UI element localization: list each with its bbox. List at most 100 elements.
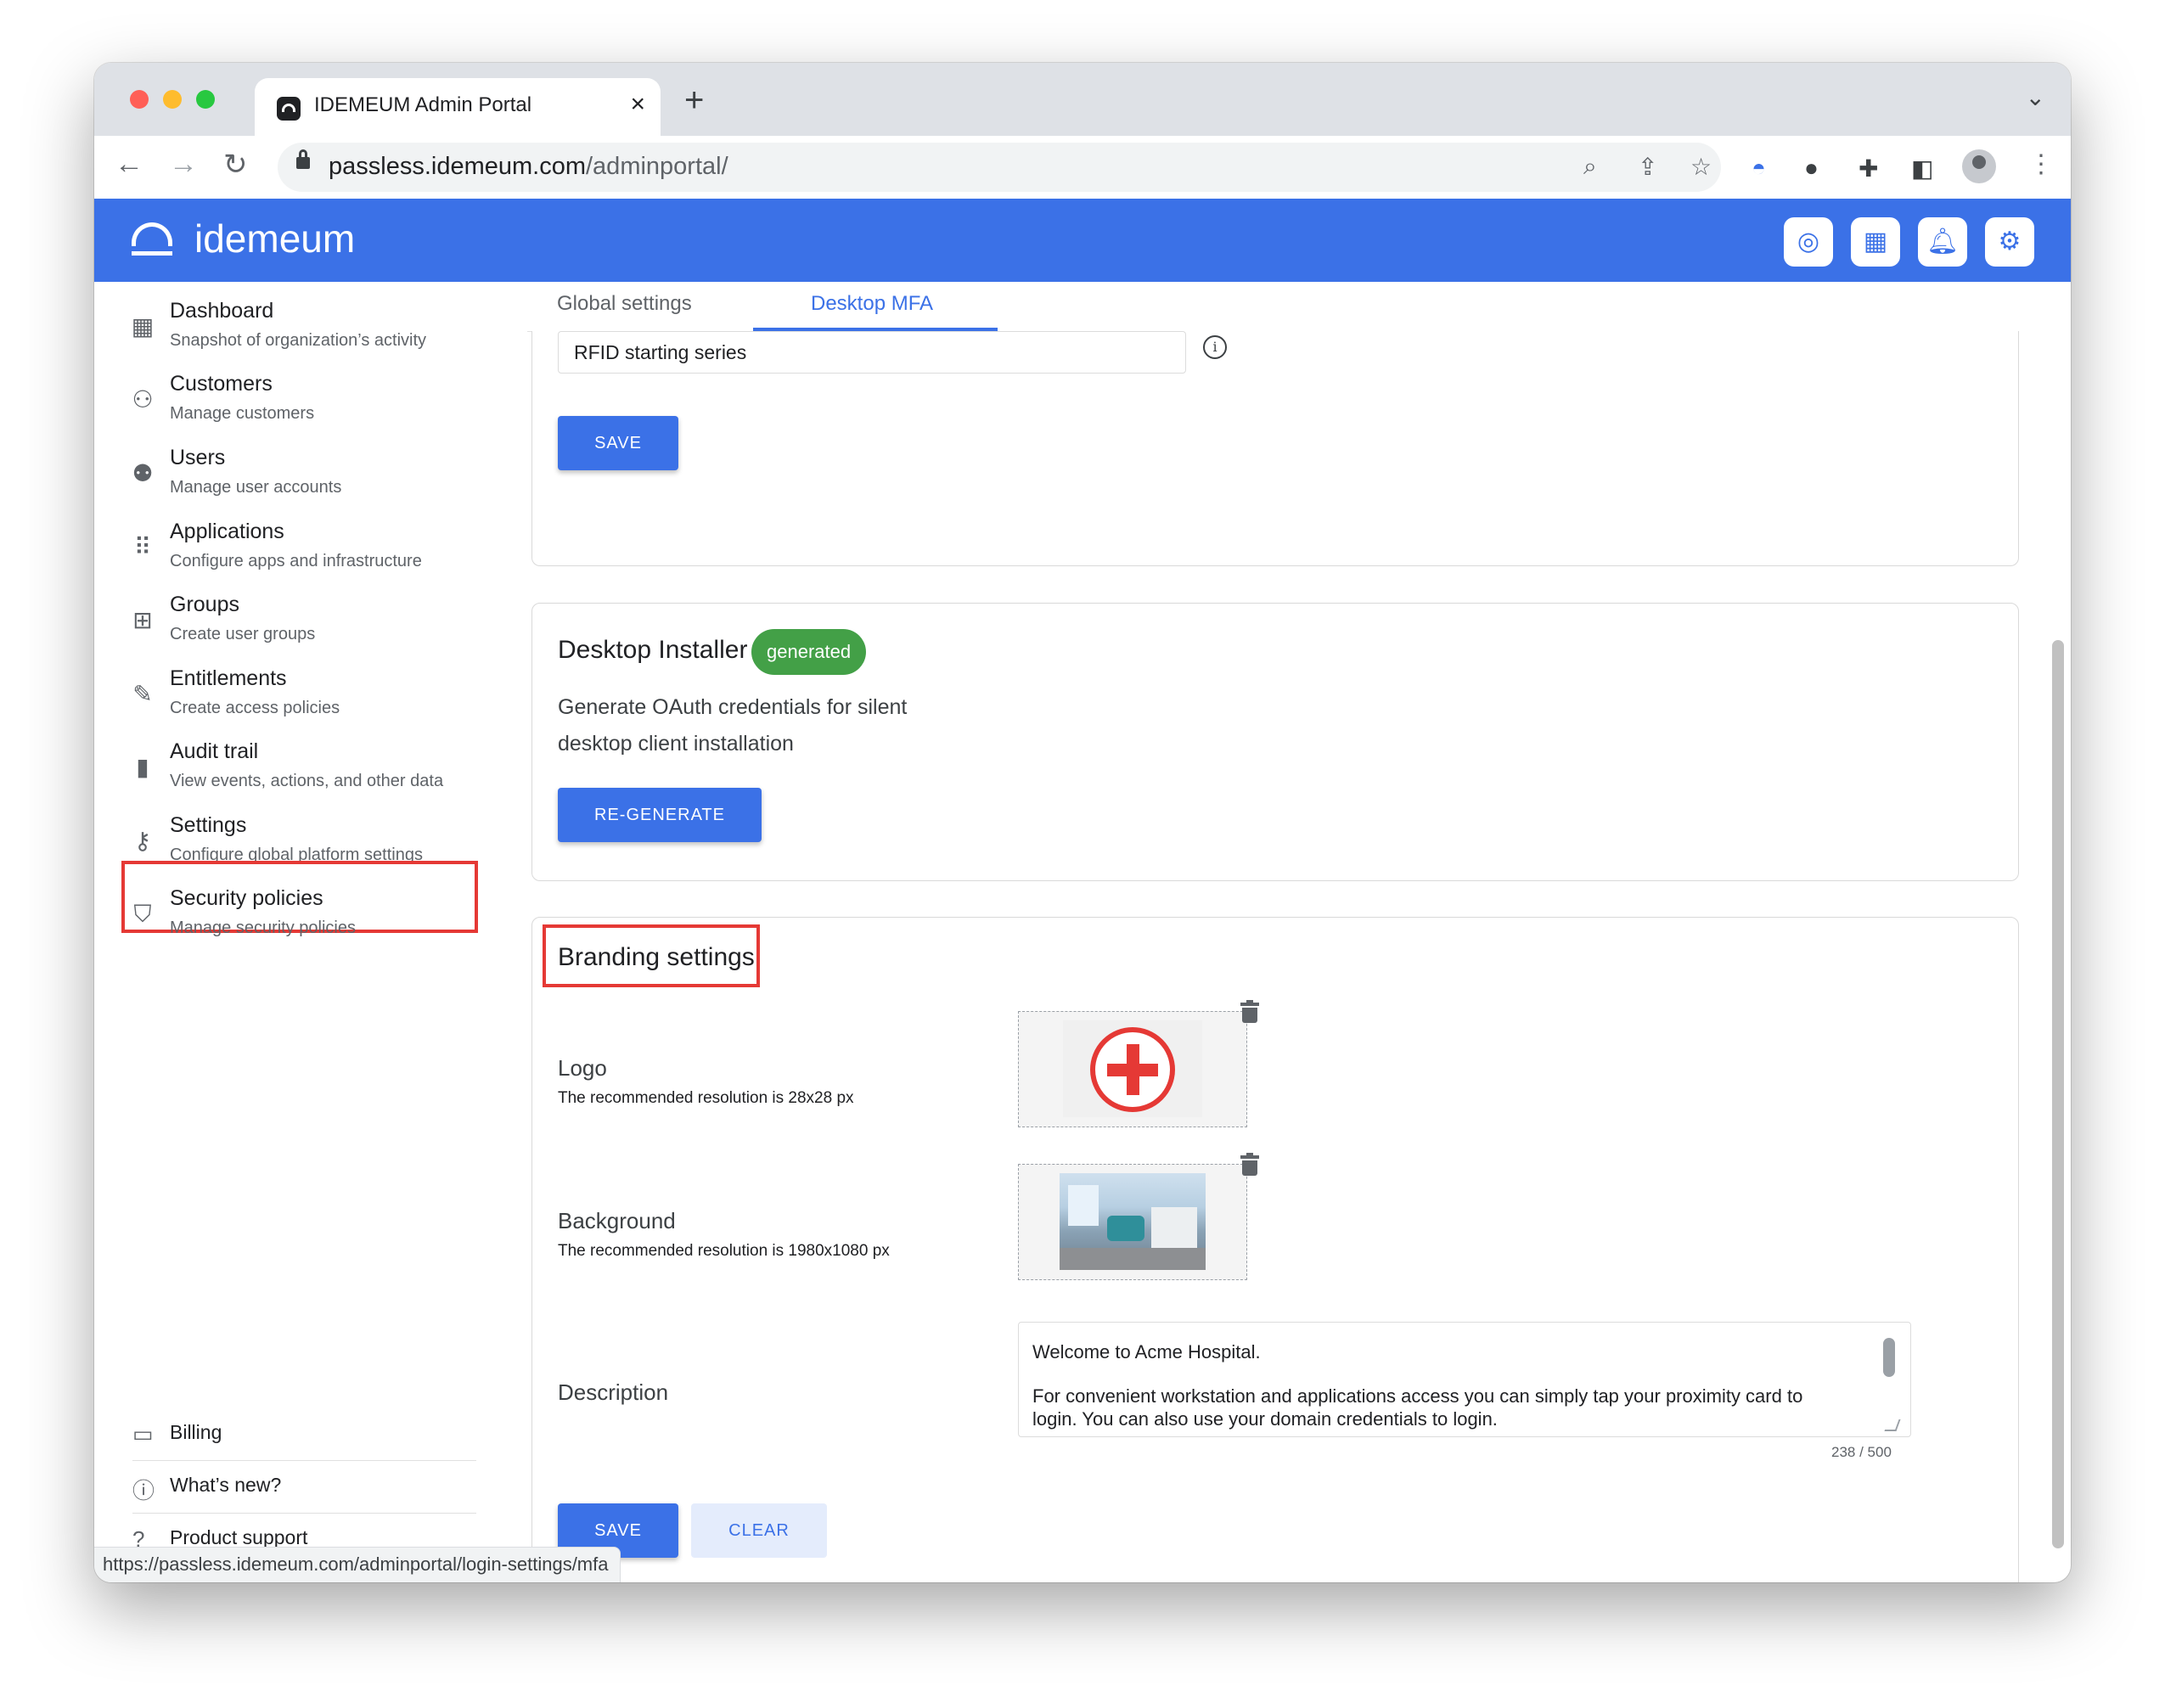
- address-bar[interactable]: passless.idemeum.com/adminportal/ ⌕ ⇪ ☆: [278, 143, 1721, 192]
- idemeum-logo-icon: [132, 222, 172, 256]
- delete-background-trash-icon[interactable]: [1240, 1153, 1259, 1176]
- maximize-window-button[interactable]: [196, 90, 215, 109]
- sidebar-item-subtitle: View events, actions, and other data: [170, 772, 444, 790]
- sidebar-item-title: Settings: [170, 813, 247, 837]
- sidebar-item-dashboard[interactable]: ▦ Dashboard Snapshot of organization’s a…: [128, 295, 510, 363]
- zoom-icon[interactable]: ⌕: [1583, 153, 1597, 181]
- branding-title: Branding settings: [558, 943, 755, 971]
- background-label: Background: [558, 1208, 676, 1233]
- fingerprint-icon[interactable]: ◎: [1784, 217, 1833, 267]
- share-icon[interactable]: ⇪: [1638, 153, 1657, 181]
- entitlements-icon: ✎: [132, 681, 153, 707]
- settings-key-user-icon: ⚷: [133, 828, 152, 854]
- sidebar-whats-new[interactable]: ⓘ What’s new?: [132, 1462, 476, 1514]
- generated-badge: generated: [751, 629, 867, 675]
- sidebar-item-audit-trail[interactable]: ▮ Audit trail View events, actions, and …: [128, 736, 510, 804]
- branding-settings-card: Branding settings Logo The recommended r…: [531, 917, 2019, 1582]
- sidebar-bottom-label: Billing: [170, 1421, 222, 1443]
- forward-arrow-icon[interactable]: →: [169, 148, 198, 181]
- close-window-button[interactable]: [130, 90, 149, 109]
- delete-logo-trash-icon[interactable]: [1240, 1000, 1259, 1023]
- sidebar-item-entitlements[interactable]: ✎ Entitlements Create access policies: [128, 663, 510, 731]
- branding-clear-button[interactable]: CLEAR: [691, 1503, 827, 1558]
- puzzle-extensions-icon[interactable]: ✚: [1859, 155, 1878, 183]
- sidebar-item-subtitle: Manage user accounts: [170, 478, 342, 497]
- dashboard-icon: ▦: [131, 313, 155, 340]
- sidebar-billing[interactable]: ▭ Billing: [132, 1409, 476, 1461]
- back-arrow-icon[interactable]: ←: [115, 148, 143, 181]
- browser-menu-icon[interactable]: ⋮: [2028, 149, 2054, 179]
- installer-description-line2: desktop client installation: [558, 732, 794, 756]
- rfid-save-button[interactable]: SAVE: [558, 416, 678, 470]
- browser-window: IDEMEUM Admin Portal × + ⌄ ← → ↻ passles…: [94, 63, 2071, 1582]
- logo-label: Logo: [558, 1055, 607, 1081]
- shield-icon: ⛉: [133, 901, 152, 927]
- sidebar-item-users[interactable]: ⚉ Users Manage user accounts: [128, 442, 510, 510]
- browser-tab[interactable]: IDEMEUM Admin Portal ×: [255, 78, 661, 136]
- profile-avatar[interactable]: [1962, 149, 1996, 183]
- minimize-window-button[interactable]: [163, 90, 182, 109]
- side-panel-icon[interactable]: ◧: [1911, 155, 1933, 183]
- sidebar-item-security-policies[interactable]: ⛉ Security policies Manage security poli…: [128, 883, 510, 951]
- tab-desktop-mfa[interactable]: Desktop MFA: [811, 292, 933, 316]
- description-textarea[interactable]: Welcome to Acme Hospital. For convenient…: [1018, 1322, 1911, 1437]
- users-icon: ⚉: [132, 460, 154, 486]
- main-content: Global settings Desktop MFA RFID startin…: [527, 282, 2038, 1582]
- bookmark-star-icon[interactable]: ☆: [1690, 153, 1712, 181]
- textarea-scrollbar-thumb[interactable]: [1883, 1338, 1895, 1377]
- sidebar-item-subtitle: Manage customers: [170, 404, 315, 423]
- tab-close-icon[interactable]: ×: [630, 90, 645, 119]
- sidebar-item-subtitle: Create access policies: [170, 699, 340, 717]
- rfid-starting-series-field[interactable]: RFID starting series: [558, 331, 1186, 374]
- sidebar-item-title: Dashboard: [170, 299, 274, 323]
- background-hint: The recommended resolution is 1980x1080 …: [558, 1242, 890, 1260]
- sidebar-item-title: Users: [170, 446, 226, 469]
- page-scrollbar[interactable]: [2052, 640, 2064, 1548]
- rfid-card: RFID starting series i SAVE: [531, 331, 2019, 566]
- spy-extension-icon[interactable]: ●: [1804, 155, 1819, 182]
- sidebar-item-title: Entitlements: [170, 666, 287, 690]
- sidebar-bottom-label: What’s new?: [170, 1474, 282, 1496]
- resize-handle-icon[interactable]: [1884, 1419, 1901, 1431]
- tab-search-chevron-icon[interactable]: ⌄: [2026, 83, 2045, 111]
- red-cross-logo-icon: [1090, 1027, 1175, 1112]
- applications-icon: ⠿: [133, 534, 152, 560]
- reload-icon[interactable]: ↻: [223, 148, 248, 182]
- customers-icon: ⚇: [132, 386, 154, 413]
- sidebar-item-applications[interactable]: ⠿ Applications Configure apps and infras…: [128, 516, 510, 584]
- sidebar: ▦ Dashboard Snapshot of organization’s a…: [94, 282, 493, 1582]
- installer-description-line1: Generate OAuth credentials for silent: [558, 695, 908, 719]
- app-header: idemeum ◎ ▦ 🔔︎ ⚙: [94, 199, 2071, 282]
- info-icon[interactable]: i: [1203, 335, 1227, 359]
- sidebar-item-subtitle: Manage security policies: [170, 919, 356, 937]
- hospital-room-background-preview: [1060, 1173, 1206, 1270]
- regenerate-button[interactable]: RE-GENERATE: [558, 788, 762, 842]
- logo-hint: The recommended resolution is 28x28 px: [558, 1089, 854, 1107]
- sidebar-item-customers[interactable]: ⚇ Customers Manage customers: [128, 368, 510, 436]
- description-text-line: login. You can also use your domain cred…: [1032, 1408, 1498, 1430]
- description-text-line: Welcome to Acme Hospital.: [1032, 1341, 1261, 1362]
- brand-name: idemeum: [194, 216, 356, 261]
- bell-icon[interactable]: 🔔︎: [1918, 217, 1967, 267]
- sidebar-item-groups[interactable]: ⊞ Groups Create user groups: [128, 589, 510, 657]
- background-upload-box[interactable]: [1018, 1164, 1247, 1280]
- description-text-line: For convenient workstation and applicati…: [1032, 1385, 1803, 1407]
- tab-strip: IDEMEUM Admin Portal × + ⌄: [94, 63, 2071, 136]
- gear-icon[interactable]: ⚙: [1985, 217, 2034, 267]
- new-tab-button[interactable]: +: [684, 81, 704, 120]
- apps-grid-icon[interactable]: ▦: [1851, 217, 1900, 267]
- logo-upload-box[interactable]: [1018, 1011, 1247, 1127]
- sidebar-item-title: Audit trail: [170, 739, 259, 763]
- idemeum-extension-icon[interactable]: ◓: [1752, 155, 1766, 182]
- url-text: passless.idemeum.com/adminportal/: [329, 153, 728, 180]
- sidebar-item-subtitle: Create user groups: [170, 625, 316, 643]
- groups-icon: ⊞: [132, 607, 153, 633]
- credit-card-icon: ▭: [132, 1421, 154, 1447]
- lock-icon: [296, 149, 310, 169]
- sidebar-item-subtitle: Configure apps and infrastructure: [170, 552, 422, 570]
- tab-global-settings[interactable]: Global settings: [557, 292, 692, 316]
- sidebar-item-title: Groups: [170, 593, 239, 616]
- desktop-installer-card: Desktop Installer generated Generate OAu…: [531, 603, 2019, 881]
- character-counter: 238 / 500: [1831, 1444, 1892, 1460]
- info-icon: ⓘ: [132, 1478, 155, 1503]
